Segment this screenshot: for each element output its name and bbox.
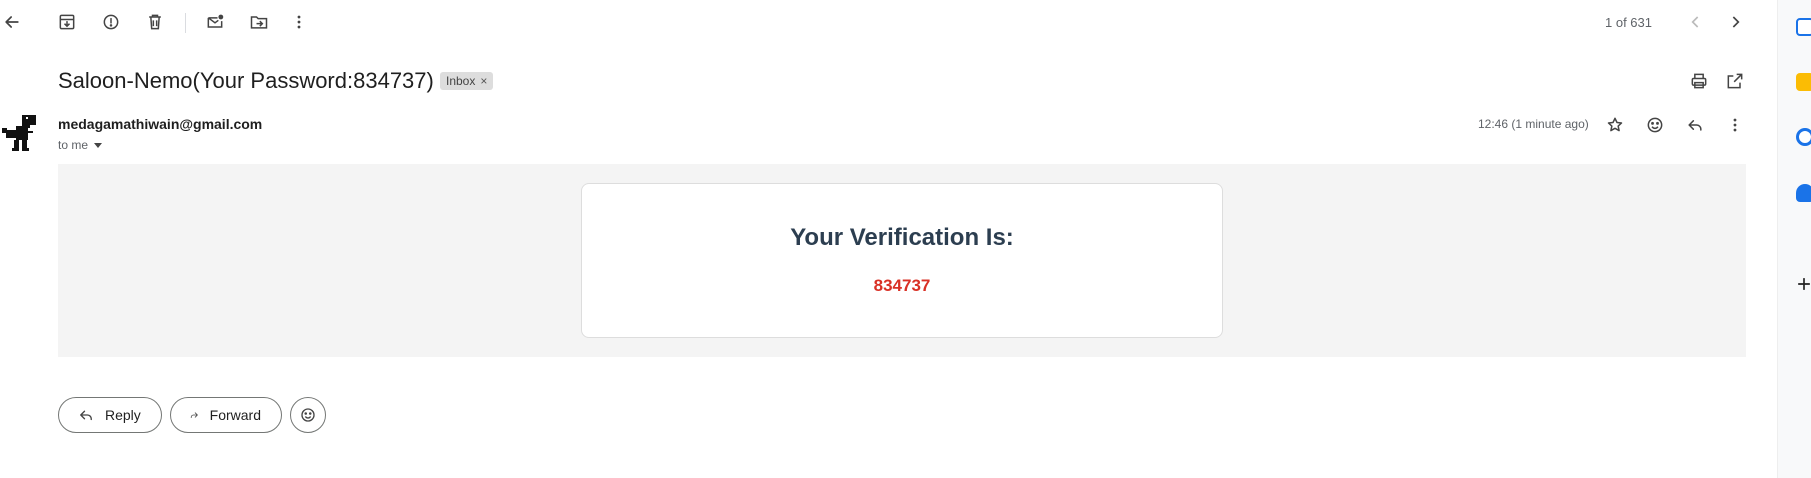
remove-label-icon[interactable]: × xyxy=(480,74,487,88)
move-to-icon[interactable] xyxy=(243,6,275,38)
forward-button[interactable]: Forward xyxy=(170,397,282,433)
verification-card: Your Verification Is: 834737 xyxy=(581,183,1223,338)
reply-button[interactable]: Reply xyxy=(58,397,162,433)
calendar-icon[interactable] xyxy=(1796,18,1811,36)
toolbar-divider xyxy=(185,13,186,33)
sender-email[interactable]: medagamathiwain@gmail.com xyxy=(58,116,262,132)
open-new-window-icon[interactable] xyxy=(1719,65,1751,97)
back-arrow-icon[interactable] xyxy=(0,6,28,38)
contacts-icon[interactable] xyxy=(1796,184,1811,202)
verification-heading: Your Verification Is: xyxy=(790,224,1014,251)
email-timestamp: 12:46 (1 minute ago) xyxy=(1478,117,1589,131)
keep-icon[interactable] xyxy=(1796,73,1811,91)
report-spam-icon[interactable] xyxy=(95,6,127,38)
archive-icon[interactable] xyxy=(51,6,83,38)
tasks-icon[interactable] xyxy=(1796,128,1811,146)
more-vert-icon[interactable] xyxy=(283,6,315,38)
emoji-icon xyxy=(301,408,315,422)
email-view: 1 of 631 Saloon-Nemo(Your Password:83473… xyxy=(0,0,1777,478)
inbox-label-chip[interactable]: Inbox × xyxy=(440,72,494,90)
sender-avatar xyxy=(2,112,42,156)
emoji-reaction-button[interactable] xyxy=(290,397,326,433)
recipient-toggle[interactable]: to me xyxy=(58,138,103,152)
pager-text: 1 of 631 xyxy=(1605,15,1652,30)
mark-unread-icon[interactable] xyxy=(199,6,231,38)
reply-icon[interactable] xyxy=(1679,109,1711,141)
email-subject: Saloon-Nemo(Your Password:834737) xyxy=(58,68,434,93)
add-icon[interactable] xyxy=(1788,268,1811,300)
chevron-left-icon[interactable] xyxy=(1680,6,1712,38)
more-vert-message-icon[interactable] xyxy=(1719,109,1751,141)
forward-icon xyxy=(190,412,198,419)
print-icon[interactable] xyxy=(1683,65,1715,97)
reply-icon xyxy=(80,410,92,421)
emoji-icon[interactable] xyxy=(1639,109,1671,141)
star-icon[interactable] xyxy=(1599,109,1631,141)
reply-label: Reply xyxy=(105,407,141,423)
verification-code: 834737 xyxy=(873,276,931,295)
forward-label: Forward xyxy=(209,407,261,423)
delete-icon[interactable] xyxy=(139,6,171,38)
label-text: Inbox xyxy=(446,74,476,88)
side-panel xyxy=(1777,0,1811,478)
recipient-text: to me xyxy=(58,138,89,152)
caret-down-icon xyxy=(94,142,103,148)
chevron-right-icon[interactable] xyxy=(1719,6,1751,38)
